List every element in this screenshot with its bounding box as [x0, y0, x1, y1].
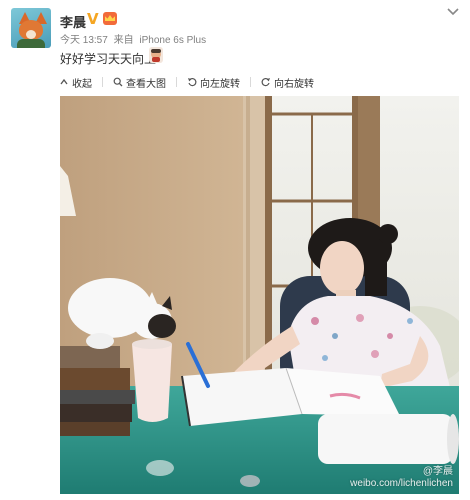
image-toolbar: 收起 查看大图 向左旋转 向右旋转	[59, 72, 459, 92]
verified-v-icon: V	[87, 10, 99, 28]
weibo-post-card: 李晨 V 今天 13:57 来自 iPhone 6s Plus 好好学习天天向上…	[0, 0, 470, 500]
rotate-left-label: 向左旋转	[200, 78, 240, 90]
watermark-name: @李晨	[422, 466, 453, 477]
collapse-button[interactable]: 收起	[59, 75, 92, 90]
photo-scene	[60, 96, 459, 494]
rotate-left-button[interactable]: 向左旋转	[187, 75, 240, 90]
avatar[interactable]	[11, 8, 51, 48]
rotate-left-icon	[188, 77, 197, 87]
toolbar-divider	[250, 77, 251, 87]
photo-watermark: @李晨 weibo.com/lichenlichen	[350, 466, 453, 490]
username[interactable]: 李晨	[60, 12, 86, 31]
emoji-icon	[149, 47, 163, 63]
rotate-right-button[interactable]: 向右旋转	[261, 75, 314, 90]
timestamp[interactable]: 今天 13:57	[60, 35, 108, 46]
source-prefix: 来自	[113, 35, 134, 46]
avatar-fox-body	[17, 39, 45, 48]
collapse-icon	[60, 78, 68, 85]
toolbar-divider	[102, 77, 103, 87]
rotate-right-icon	[261, 77, 270, 87]
search-icon	[113, 77, 123, 87]
avatar-fox-muzzle	[26, 30, 36, 39]
post-meta: 今天 13:57 来自 iPhone 6s Plus	[60, 31, 209, 46]
crown-badge-icon	[103, 12, 117, 25]
rotate-right-label: 向右旋转	[274, 78, 314, 90]
post-text: 好好学习天天向上	[60, 52, 157, 66]
watermark-url: weibo.com/lichenlichen	[350, 478, 453, 489]
source-device[interactable]: iPhone 6s Plus	[139, 35, 206, 46]
view-large-button[interactable]: 查看大图	[113, 75, 166, 90]
chevron-down-icon[interactable]	[446, 7, 460, 17]
post-photo[interactable]: @李晨 weibo.com/lichenlichen	[60, 96, 459, 494]
collapse-label: 收起	[72, 78, 92, 90]
view-large-label: 查看大图	[126, 78, 166, 90]
toolbar-divider	[176, 77, 177, 87]
